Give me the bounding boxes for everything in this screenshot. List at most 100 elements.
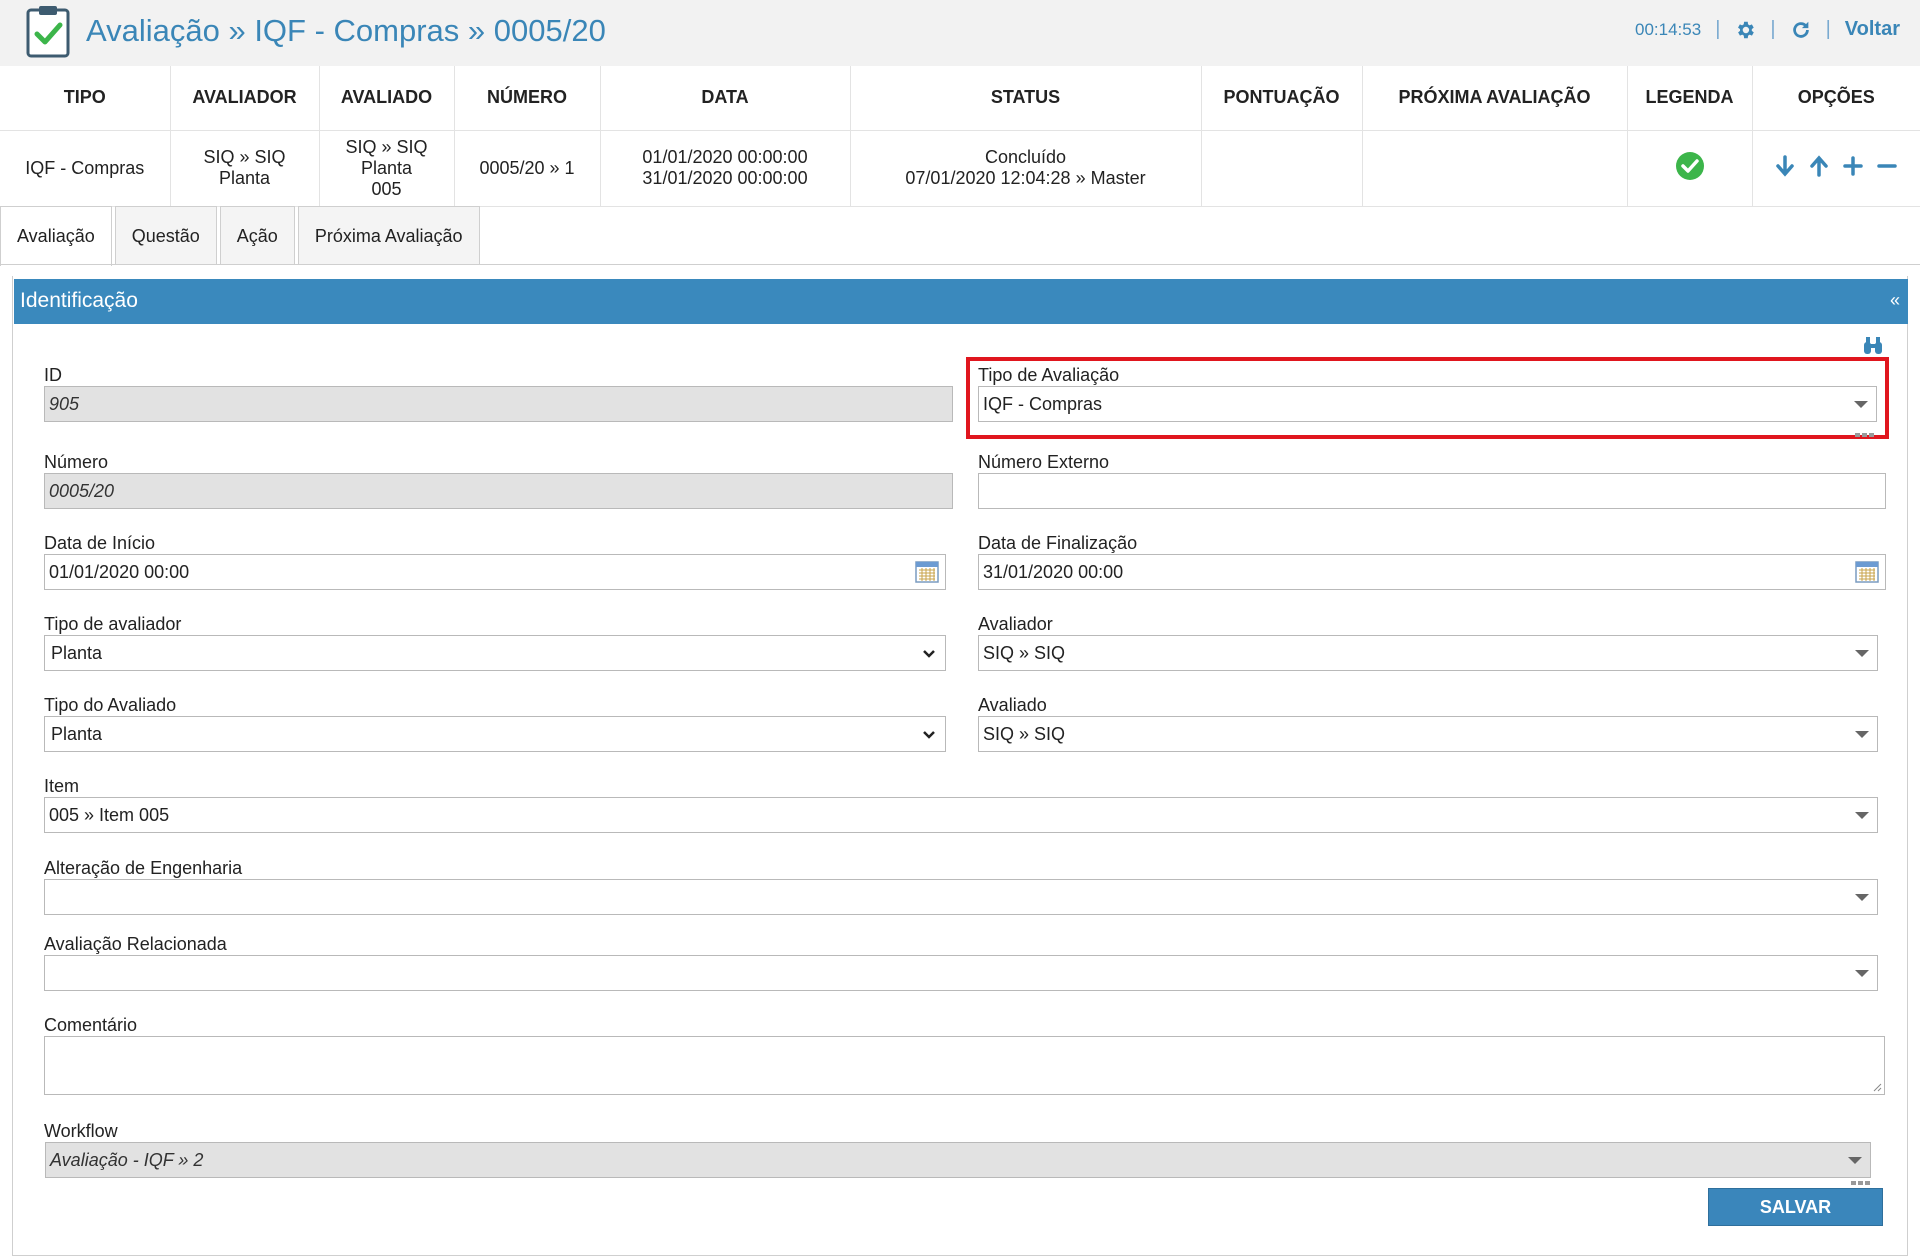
cell-line: Concluído: [984, 147, 1067, 167]
table-row: IQF - Compras SIQ » SIQ Planta SIQ » SIQ…: [0, 130, 1920, 207]
tab-proxima-avaliacao[interactable]: Próxima Avaliação: [297, 206, 480, 265]
data-fim-value: 31/01/2020 00:00: [983, 561, 1124, 582]
more-dots-icon: [1855, 433, 1874, 437]
tipo-avaliado-value: Planta: [51, 723, 103, 744]
arrow-up-icon[interactable]: [1809, 154, 1829, 182]
avaliador-value: SIQ » SIQ: [983, 642, 1066, 663]
column-header: TIPO: [0, 66, 171, 131]
plus-icon[interactable]: [1843, 155, 1863, 181]
tipo-avaliado-select[interactable]: Planta: [44, 716, 946, 752]
tab-avaliacao[interactable]: Avaliação: [0, 206, 112, 266]
cell-line: 31/01/2020 00:00:00: [642, 168, 808, 188]
panel-header: Identificação «: [14, 279, 1908, 324]
row-options: [1753, 154, 1920, 182]
comentario-label: Comentário: [44, 1015, 138, 1035]
tipo-avaliador-value: Planta: [51, 642, 103, 663]
table-header-row: TIPO AVALIADOR AVALIADO NÚMERO DATA STAT…: [0, 66, 1920, 131]
relacionada-select[interactable]: [44, 955, 1878, 991]
gear-icon[interactable]: [1734, 19, 1756, 41]
calendar-icon[interactable]: [915, 560, 939, 584]
resize-grip-icon[interactable]: [1872, 1082, 1882, 1092]
avaliado-value: SIQ » SIQ: [983, 723, 1066, 744]
tipo-avaliacao-value: IQF - Compras: [983, 393, 1103, 414]
caret-down-icon: [1855, 650, 1869, 657]
avaliador-label: Avaliador: [978, 614, 1053, 634]
divider: |: [1715, 18, 1721, 40]
data-inicio-label: Data de Início: [44, 533, 156, 553]
workflow-select: Avaliação - IQF » 2: [45, 1142, 1871, 1178]
cell-line: 005: [371, 178, 402, 199]
tab-acao[interactable]: Ação: [219, 206, 295, 265]
refresh-icon[interactable]: [1790, 19, 1812, 41]
workflow-value: Avaliação - IQF » 2: [50, 1149, 204, 1170]
save-button[interactable]: SALVAR: [1708, 1188, 1883, 1226]
id-value: 905: [49, 393, 80, 414]
data-inicio-input[interactable]: 01/01/2020 00:00: [44, 554, 946, 590]
column-header: PRÓXIMA AVALIAÇÃO: [1362, 66, 1628, 131]
column-header: DATA: [600, 66, 851, 131]
column-header: AVALIADO: [319, 66, 455, 131]
cell-line: 07/01/2020 12:04:28 » Master: [905, 168, 1146, 188]
caret-down-icon: [1855, 970, 1869, 977]
arrow-down-icon[interactable]: [1775, 154, 1795, 182]
column-header: LEGENDA: [1627, 66, 1753, 131]
tab-questao[interactable]: Questão: [114, 206, 217, 265]
binoculars-icon[interactable]: [1862, 336, 1884, 356]
caret-down-icon: [1848, 1157, 1862, 1164]
top-bar: Avaliação » IQF - Compras » 0005/20 00:1…: [0, 0, 1920, 66]
alteracao-select[interactable]: [44, 879, 1878, 915]
avaliador-select[interactable]: SIQ » SIQ: [978, 635, 1878, 671]
caret-down-icon: [1854, 401, 1868, 408]
tipo-avaliador-select[interactable]: Planta: [44, 635, 946, 671]
tipo-avaliado-label: Tipo do Avaliado: [44, 695, 177, 715]
item-value: 005 » Item 005: [49, 804, 170, 825]
session-timer: 00:14:53: [1635, 19, 1702, 39]
tab-bar: Avaliação Questão Ação Próxima Avaliação: [0, 206, 483, 266]
cell-proxima: [1362, 130, 1628, 207]
cell-line: SIQ » SIQ: [203, 147, 286, 167]
cell-status: Concluído 07/01/2020 12:04:28 » Master: [850, 130, 1202, 207]
page-title: Avaliação » IQF - Compras » 0005/20: [86, 13, 606, 48]
comentario-textarea[interactable]: [44, 1036, 1885, 1095]
clipboard-check-icon: [26, 6, 70, 58]
cell-tipo: IQF - Compras: [0, 130, 171, 207]
item-select[interactable]: 005 » Item 005: [44, 797, 1878, 833]
check-circle-icon: [1675, 151, 1704, 180]
tipo-avaliacao-select[interactable]: IQF - Compras: [978, 386, 1877, 422]
cell-data: 01/01/2020 00:00:00 31/01/2020 00:00:00: [600, 130, 851, 207]
data-fim-input[interactable]: 31/01/2020 00:00: [978, 554, 1886, 590]
panel-title: Identificação: [20, 289, 138, 312]
back-link[interactable]: Voltar: [1845, 18, 1900, 41]
tabs-divider: [0, 264, 1920, 265]
item-label: Item: [44, 776, 80, 796]
cell-opcoes: [1752, 130, 1920, 207]
cell-pontuacao: [1201, 130, 1363, 207]
numero-value: 0005/20: [49, 480, 115, 501]
column-header: PONTUAÇÃO: [1201, 66, 1363, 131]
relacionada-label: Avaliação Relacionada: [44, 934, 227, 954]
alteracao-label: Alteração de Engenharia: [44, 858, 243, 878]
cell-numero: 0005/20 » 1: [454, 130, 601, 207]
tipo-avaliador-label: Tipo de avaliador: [44, 614, 182, 634]
collapse-button[interactable]: «: [1890, 290, 1900, 311]
column-header: OPÇÕES: [1752, 66, 1920, 131]
chevron-down-icon: [923, 650, 935, 658]
cell-line: SIQ » SIQ: [345, 136, 428, 157]
divider: |: [1770, 18, 1776, 40]
numero-externo-label: Número Externo: [978, 452, 1110, 472]
avaliado-select[interactable]: SIQ » SIQ: [978, 716, 1878, 752]
cell-avaliador: SIQ » SIQ Planta: [170, 130, 320, 207]
id-label: ID: [44, 365, 62, 385]
numero-field: 0005/20: [44, 473, 953, 509]
calendar-icon[interactable]: [1855, 560, 1879, 584]
data-fim-label: Data de Finalização: [978, 533, 1138, 553]
caret-down-icon: [1855, 812, 1869, 819]
cell-avaliado: SIQ » SIQ Planta 005: [319, 130, 455, 207]
summary-table: TIPO AVALIADOR AVALIADO NÚMERO DATA STAT…: [0, 66, 1920, 207]
column-header: AVALIADOR: [170, 66, 320, 131]
avaliado-label: Avaliado: [978, 695, 1047, 715]
minus-icon[interactable]: [1877, 156, 1897, 181]
id-field: 905: [44, 386, 953, 422]
numero-externo-input[interactable]: [978, 473, 1886, 509]
more-dots-icon: [1851, 1181, 1870, 1185]
